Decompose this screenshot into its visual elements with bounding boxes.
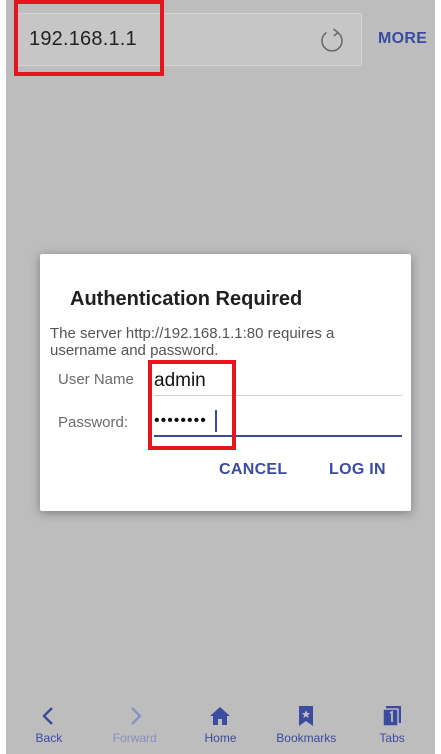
nav-tabs[interactable]: Tabs: [349, 698, 435, 754]
more-button[interactable]: MORE: [378, 30, 427, 48]
bottom-navigation: Back Forward Home Bookmarks Tabs: [6, 698, 435, 754]
browser-screen: 192.168.1.1 MORE Authentication Required…: [0, 0, 441, 754]
nav-tabs-label: Tabs: [379, 731, 405, 745]
home-icon: [210, 707, 231, 725]
username-label: User Name: [58, 371, 134, 388]
reload-icon[interactable]: [317, 26, 347, 56]
nav-back-label: Back: [35, 731, 63, 745]
cancel-button[interactable]: CANCEL: [219, 461, 287, 479]
nav-bookmarks-label: Bookmarks: [276, 731, 337, 745]
tabs-icon: [382, 706, 402, 727]
nav-forward[interactable]: Forward: [92, 698, 178, 754]
nav-forward-label: Forward: [112, 731, 157, 745]
login-button[interactable]: LOG IN: [329, 461, 386, 479]
nav-home[interactable]: Home: [178, 698, 264, 754]
dialog-title: Authentication Required: [70, 288, 303, 310]
credentials-highlight-box: [148, 360, 236, 450]
chevron-left-icon: [42, 707, 53, 725]
password-label: Password:: [58, 414, 129, 431]
bookmark-icon: [299, 706, 314, 726]
chevron-right-icon: [130, 707, 142, 725]
nav-bookmarks[interactable]: Bookmarks: [263, 698, 349, 754]
url-highlight-box: [14, 0, 164, 76]
dialog-message: The server http://192.168.1.1:80 require…: [50, 325, 335, 359]
nav-home-label: Home: [204, 731, 237, 745]
nav-back[interactable]: Back: [6, 698, 92, 754]
